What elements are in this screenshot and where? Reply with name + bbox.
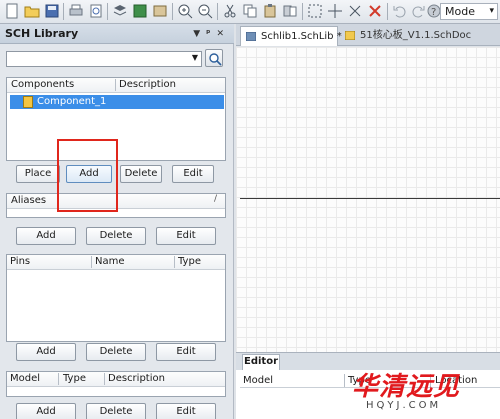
library-icon[interactable] (152, 3, 168, 19)
delete-alias-button[interactable]: Delete (86, 227, 146, 245)
cross-icon[interactable] (347, 3, 363, 19)
models-list[interactable]: Model Type Description (6, 371, 226, 397)
edit-component-button[interactable]: Edit (172, 165, 214, 183)
column-header-pins[interactable]: Pins (10, 256, 30, 267)
chevron-down-icon: ▾ (489, 6, 494, 16)
clear-filter-icon[interactable] (367, 3, 383, 19)
print-preview-icon[interactable] (88, 3, 104, 19)
schlib-file-icon (246, 32, 256, 41)
column-header-name[interactable]: Name (95, 256, 125, 267)
component-name: Component_1 (37, 96, 107, 107)
watermark-en: HQYJ.COM (366, 400, 442, 411)
component-icon (23, 96, 33, 108)
tab-editor[interactable]: Editor (242, 354, 280, 370)
column-header-components[interactable]: Components (11, 79, 74, 90)
column-header-aliases[interactable]: Aliases (11, 195, 46, 206)
paste-array-icon[interactable] (282, 3, 298, 19)
components-header: Components Description (7, 78, 225, 93)
panel-title-bar: SCH Library ▼ᵖ✕ (0, 24, 234, 44)
column-header-model[interactable]: Model (243, 375, 273, 386)
column-header-description[interactable]: Description (119, 79, 176, 90)
zoom-in-icon[interactable] (177, 3, 193, 19)
add-alias-button[interactable]: Add (16, 227, 76, 245)
tab-schdoc[interactable]: 51核心板_V1.1.SchDoc (340, 26, 500, 46)
new-icon[interactable] (4, 3, 20, 19)
add-model-button[interactable]: Add (16, 403, 76, 419)
library-search-button[interactable] (205, 49, 223, 67)
sch-library-panel: SCH Library ▼ᵖ✕ ▼ Components Description… (0, 24, 234, 419)
canvas-origin-line (240, 198, 500, 199)
tab-schlib[interactable]: Schlib1.SchLib * (240, 26, 342, 46)
chevron-down-icon: ▼ (191, 53, 198, 62)
cut-icon[interactable] (222, 3, 238, 19)
print-icon[interactable] (68, 3, 84, 19)
library-filter-input[interactable]: ▼ (6, 51, 202, 67)
add-pin-button[interactable]: Add (16, 343, 76, 361)
undo-icon[interactable] (392, 3, 408, 19)
close-icon[interactable]: ✕ (216, 29, 230, 39)
open-icon[interactable] (24, 3, 40, 19)
schematic-canvas[interactable] (236, 47, 500, 352)
redo-icon[interactable] (410, 3, 426, 19)
mode-label: Mode (445, 5, 475, 18)
column-header-type[interactable]: Type (178, 256, 201, 267)
pin-icon[interactable]: ᵖ (206, 29, 216, 39)
search-icon (209, 53, 222, 66)
delete-component-button[interactable]: Delete (120, 165, 162, 183)
delete-pin-button[interactable]: Delete (86, 343, 146, 361)
column-header-type[interactable]: Type (63, 373, 86, 384)
layers-icon[interactable] (112, 3, 128, 19)
panel-menu-icon[interactable]: ▼ (193, 29, 206, 39)
paste-icon[interactable] (262, 3, 278, 19)
column-header-model[interactable]: Model (10, 373, 40, 384)
document-tabs: Schlib1.SchLib * 51核心板_V1.1.SchDoc (236, 24, 500, 46)
watermark-cn: 华清远见 (352, 372, 461, 402)
tab-schlib-label: Schlib1.SchLib * (261, 31, 342, 42)
edit-pin-button[interactable]: Edit (156, 343, 216, 361)
models-header: Model Type Description (7, 372, 225, 387)
tab-schdoc-label: 51核心板_V1.1.SchDoc (360, 30, 472, 41)
zoom-out-icon[interactable] (197, 3, 213, 19)
save-icon[interactable] (44, 3, 60, 19)
panel-title: SCH Library (5, 27, 79, 40)
watermark-logo: 华清远见 HQYJ.COM (352, 366, 498, 416)
column-header-description[interactable]: Description (108, 373, 165, 384)
grid-icon[interactable] (132, 3, 148, 19)
highlight-box (57, 139, 118, 212)
delete-model-button[interactable]: Delete (86, 403, 146, 419)
pins-header: Pins Name Type (7, 255, 225, 270)
list-item[interactable]: Component_1 (10, 95, 224, 109)
schdoc-file-icon (345, 31, 355, 40)
place-button[interactable]: Place (16, 165, 60, 183)
copy-icon[interactable] (242, 3, 258, 19)
move-icon[interactable] (327, 3, 343, 19)
select-area-icon[interactable] (307, 3, 323, 19)
toolbar: ? Mode ▾ (0, 0, 500, 24)
svg-text:?: ? (431, 7, 436, 18)
mode-dropdown[interactable]: Mode ▾ (440, 3, 498, 20)
edit-model-button[interactable]: Edit (156, 403, 216, 419)
edit-alias-button[interactable]: Edit (156, 227, 216, 245)
pins-list[interactable]: Pins Name Type (6, 254, 226, 342)
